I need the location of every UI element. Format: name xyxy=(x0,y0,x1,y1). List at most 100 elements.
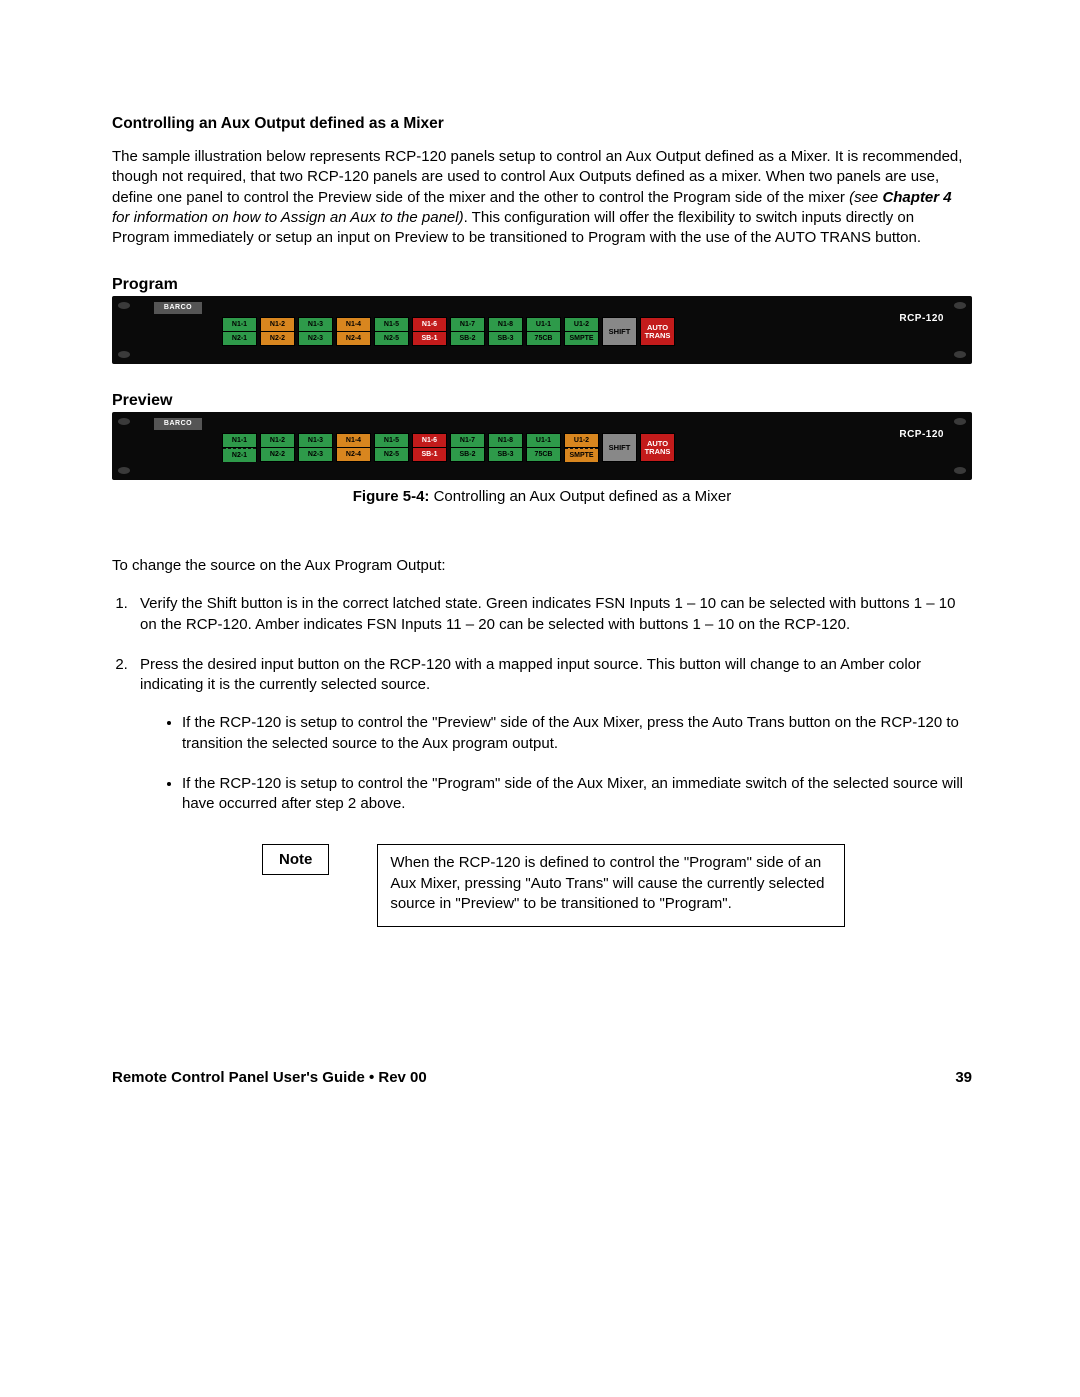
screw-icon xyxy=(118,351,130,358)
input-button-bottom: 75CB xyxy=(527,448,560,461)
input-button[interactable]: N1-8SB-3 xyxy=(488,317,523,346)
bullet-item: If the RCP-120 is setup to control the "… xyxy=(182,774,972,815)
input-button[interactable]: N1-3N2-3 xyxy=(298,317,333,346)
input-button-bottom: 75CB xyxy=(527,332,560,345)
screw-icon xyxy=(118,302,130,309)
input-button[interactable]: N1-8SB-3 xyxy=(488,433,523,462)
input-button[interactable]: N1-6SB-1 xyxy=(412,317,447,346)
screw-icon xyxy=(954,467,966,474)
footer-left: Remote Control Panel User's Guide • Rev … xyxy=(112,1069,427,1086)
input-button[interactable]: N1-4N2-4 xyxy=(336,433,371,462)
input-button-bottom: N2-5 xyxy=(375,448,408,461)
program-panel: BARCO RCP-120 N1-1N2-1N1-2N2-2N1-3N2-3N1… xyxy=(112,296,972,364)
program-button-row: N1-1N2-1N1-2N2-2N1-3N2-3N1-4N2-4N1-5N2-5… xyxy=(222,317,675,346)
input-button-bottom: SB-1 xyxy=(413,332,446,345)
input-button[interactable]: N1-1N2-1 xyxy=(222,317,257,346)
screw-icon xyxy=(954,418,966,425)
preview-label: Preview xyxy=(112,392,972,410)
input-button-top: N1-3 xyxy=(299,434,332,448)
input-button[interactable]: U1-2SMPTE xyxy=(564,317,599,346)
input-button-top: N1-4 xyxy=(337,318,370,332)
input-button[interactable]: N1-6SB-1 xyxy=(412,433,447,462)
input-button-bottom: SB-3 xyxy=(489,332,522,345)
input-button[interactable]: U1-175CB xyxy=(526,317,561,346)
preview-panel: BARCO RCP-120 N1-1N2-1N1-2N2-2N1-3N2-3N1… xyxy=(112,412,972,480)
input-button[interactable]: N1-1N2-1 xyxy=(222,433,257,462)
screw-icon xyxy=(118,418,130,425)
screw-icon xyxy=(954,302,966,309)
input-button[interactable]: U1-2SMPTE xyxy=(564,433,599,462)
input-button-bottom: N2-2 xyxy=(261,332,294,345)
figure-caption: Figure 5-4: Controlling an Aux Output de… xyxy=(112,488,972,505)
figure-caption-text: Controlling an Aux Output defined as a M… xyxy=(429,488,731,505)
input-button[interactable]: U1-175CB xyxy=(526,433,561,462)
barco-logo: BARCO xyxy=(154,302,202,314)
shift-button[interactable]: SHIFT xyxy=(602,433,637,462)
input-button-top: N1-8 xyxy=(489,318,522,332)
shift-button[interactable]: SHIFT xyxy=(602,317,637,346)
input-button[interactable]: N1-7SB-2 xyxy=(450,317,485,346)
auto-trans-button[interactable]: AUTO TRANS xyxy=(640,317,675,346)
input-button-top: N1-4 xyxy=(337,434,370,448)
input-button[interactable]: N1-3N2-3 xyxy=(298,433,333,462)
steps-list: Verify the Shift button is in the correc… xyxy=(112,594,972,814)
input-button[interactable]: N1-5N2-5 xyxy=(374,317,409,346)
input-button-bottom: SMPTE xyxy=(565,332,598,345)
input-button-bottom: SB-2 xyxy=(451,448,484,461)
intro-paragraph: The sample illustration below represents… xyxy=(112,147,972,248)
input-button-bottom: N2-1 xyxy=(223,332,256,345)
section-title: Controlling an Aux Output defined as a M… xyxy=(112,115,972,133)
input-button[interactable]: N1-2N2-2 xyxy=(260,317,295,346)
preview-button-row: N1-1N2-1N1-2N2-2N1-3N2-3N1-4N2-4N1-5N2-5… xyxy=(222,433,675,462)
input-button-top: N1-3 xyxy=(299,318,332,332)
input-button[interactable]: N1-2N2-2 xyxy=(260,433,295,462)
input-button-top: N1-1 xyxy=(223,434,256,448)
input-button-bottom: N2-4 xyxy=(337,448,370,461)
input-button-top: N1-2 xyxy=(261,434,294,448)
input-button-top: N1-6 xyxy=(413,318,446,332)
model-label: RCP-120 xyxy=(899,429,944,440)
barco-logo: BARCO xyxy=(154,418,202,430)
note-label: Note xyxy=(262,844,329,875)
input-button-bottom: N2-4 xyxy=(337,332,370,345)
input-button-bottom: SB-1 xyxy=(413,448,446,461)
input-button-top: U1-1 xyxy=(527,434,560,448)
input-button-bottom: SB-2 xyxy=(451,332,484,345)
step-item: Press the desired input button on the RC… xyxy=(132,655,972,815)
screw-icon xyxy=(118,467,130,474)
note-row: Note When the RCP-120 is defined to cont… xyxy=(262,844,972,927)
input-button-top: N1-5 xyxy=(375,434,408,448)
bullets-list: If the RCP-120 is setup to control the "… xyxy=(140,713,972,814)
input-button-bottom: N2-3 xyxy=(299,448,332,461)
input-button[interactable]: N1-5N2-5 xyxy=(374,433,409,462)
model-label: RCP-120 xyxy=(899,313,944,324)
figure-caption-bold: Figure 5-4: xyxy=(353,488,430,505)
input-button-bottom: N2-1 xyxy=(223,448,256,462)
input-button-top: N1-8 xyxy=(489,434,522,448)
input-button-top: U1-2 xyxy=(565,318,598,332)
input-button-top: N1-1 xyxy=(223,318,256,332)
input-button-bottom: SB-3 xyxy=(489,448,522,461)
input-button-top: N1-7 xyxy=(451,434,484,448)
bullet-item: If the RCP-120 is setup to control the "… xyxy=(182,713,972,754)
input-button-bottom: SMPTE xyxy=(565,448,598,462)
input-button[interactable]: N1-7SB-2 xyxy=(450,433,485,462)
input-button-bottom: N2-5 xyxy=(375,332,408,345)
input-button-top: U1-1 xyxy=(527,318,560,332)
input-button-top: N1-2 xyxy=(261,318,294,332)
input-button[interactable]: N1-4N2-4 xyxy=(336,317,371,346)
input-button-bottom: N2-3 xyxy=(299,332,332,345)
input-button-top: N1-5 xyxy=(375,318,408,332)
program-label: Program xyxy=(112,276,972,294)
page-footer: Remote Control Panel User's Guide • Rev … xyxy=(112,1069,972,1086)
input-button-top: N1-7 xyxy=(451,318,484,332)
instruction-lead: To change the source on the Aux Program … xyxy=(112,557,972,574)
footer-right: 39 xyxy=(955,1069,972,1086)
intro-text-a: The sample illustration below represents… xyxy=(112,148,962,206)
input-button-top: N1-6 xyxy=(413,434,446,448)
auto-trans-button[interactable]: AUTO TRANS xyxy=(640,433,675,462)
step-item: Verify the Shift button is in the correc… xyxy=(132,594,972,635)
screw-icon xyxy=(954,351,966,358)
input-button-top: U1-2 xyxy=(565,434,598,448)
note-box: When the RCP-120 is defined to control t… xyxy=(377,844,845,927)
